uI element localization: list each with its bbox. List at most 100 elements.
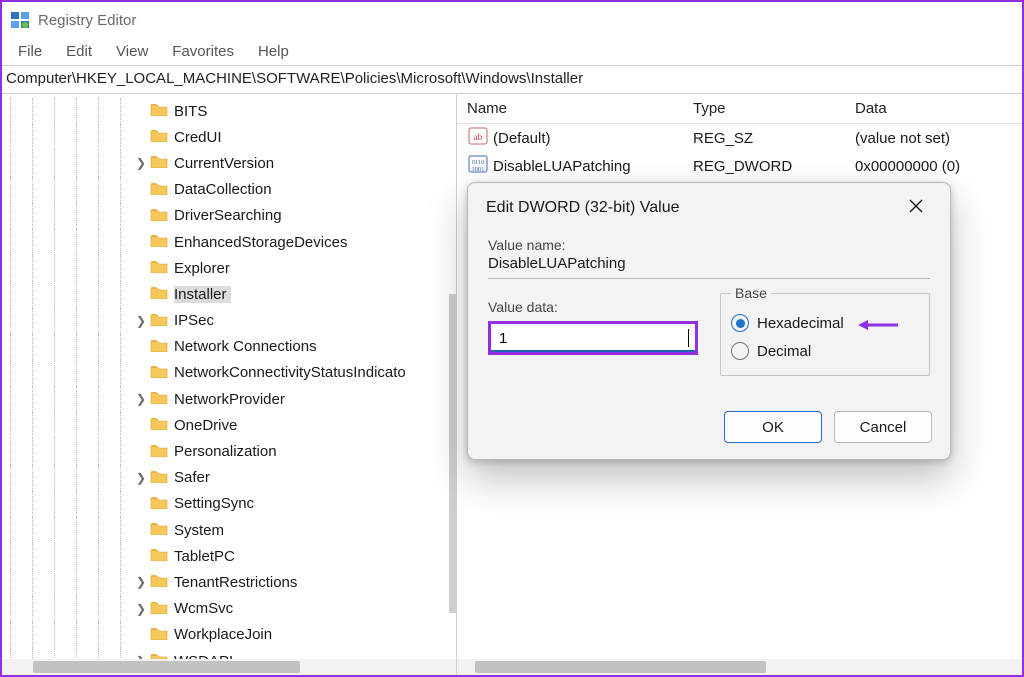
value-data: (value not set) [845,130,1022,147]
tree-item[interactable]: System [2,517,456,543]
close-icon [909,199,923,218]
tree-item[interactable]: ❯ WcmSvc [2,596,456,622]
radio-decimal-label: Decimal [757,343,811,360]
tree-item[interactable]: ❯NetworkProvider [2,386,456,412]
tree-item[interactable]: Network Connections [2,334,456,360]
folder-icon [150,469,174,487]
chevron-right-icon[interactable]: ❯ [134,575,148,589]
tree-item[interactable]: WorkplaceJoin [2,622,456,648]
tree-item-label: TenantRestrictions [174,574,301,591]
folder-icon [150,154,174,172]
tree-item[interactable]: Personalization [2,438,456,464]
value-name: DisableLUAPatching [493,158,631,175]
folder-icon [150,495,174,513]
col-header-type[interactable]: Type [683,100,845,117]
menu-edit[interactable]: Edit [56,41,102,62]
value-data-input[interactable] [497,329,688,348]
list-horizontal-scrollbar[interactable] [457,659,1022,675]
folder-icon [150,285,174,303]
tree-item-label: Personalization [174,443,281,460]
tree-item[interactable]: ❯Safer [2,465,456,491]
tree-item-label: TabletPC [174,548,239,565]
col-header-data[interactable]: Data [845,100,1022,117]
tree-item[interactable]: ❯ TenantRestrictions [2,569,456,595]
list-row[interactable]: 01101001DisableLUAPatchingREG_DWORD0x000… [457,152,1022,180]
tree-pane: BITSCredUI❯CurrentVersionDataCollectionD… [2,94,457,675]
tree-item-label: WcmSvc [174,600,237,617]
folder-icon [150,443,174,461]
tree-item[interactable]: BITS [2,98,456,124]
menu-help[interactable]: Help [248,41,299,62]
folder-icon [150,338,174,356]
value-name-label: Value name: [488,237,930,253]
radio-hexadecimal[interactable]: Hexadecimal [731,309,919,337]
tree-item-label: SettingSync [174,495,258,512]
radio-hexadecimal-label: Hexadecimal [757,315,844,332]
dword-value-icon: 01101001 [467,153,493,179]
tree-item[interactable]: Explorer [2,255,456,281]
list-header[interactable]: Name Type Data [457,94,1022,124]
folder-icon [150,128,174,146]
menu-file[interactable]: File [8,41,52,62]
base-fieldset: Base Hexadecimal [720,285,930,376]
edit-dword-dialog: Edit DWORD (32-bit) Value Value name: Di… [467,182,951,460]
chevron-right-icon[interactable]: ❯ [134,602,148,616]
tree-item-label: EnhancedStorageDevices [174,234,351,251]
menu-view[interactable]: View [106,41,158,62]
tree-item[interactable]: SettingSync [2,491,456,517]
folder-icon [150,600,174,618]
tree-item-label: System [174,522,228,539]
tree-item-label: Explorer [174,260,234,277]
folder-icon [150,626,174,644]
tree-item[interactable]: ❯ WSDAPI [2,648,456,659]
tree-item[interactable]: OneDrive [2,412,456,438]
folder-icon [150,652,174,659]
dialog-close-button[interactable] [896,193,936,223]
text-caret [688,329,689,347]
chevron-right-icon[interactable]: ❯ [134,471,148,485]
radio-decimal[interactable]: Decimal [731,337,919,365]
tree-item[interactable]: EnhancedStorageDevices [2,229,456,255]
tree-item[interactable]: TabletPC [2,543,456,569]
folder-icon [150,573,174,591]
titlebar[interactable]: Registry Editor [2,2,1022,38]
svg-text:ab: ab [474,132,483,142]
tree-item[interactable]: DataCollection [2,177,456,203]
chevron-right-icon[interactable]: ❯ [134,156,148,170]
tree-vertical-scrollbar[interactable] [449,294,456,613]
chevron-right-icon[interactable]: ❯ [134,654,148,659]
address-bar[interactable]: Computer\HKEY_LOCAL_MACHINE\SOFTWARE\Pol… [2,66,1022,94]
cancel-button[interactable]: Cancel [834,411,932,443]
list-row[interactable]: ab (Default) REG_SZ(value not set) [457,124,1022,152]
ok-button[interactable]: OK [724,411,822,443]
tree-item[interactable]: DriverSearching [2,203,456,229]
chevron-right-icon[interactable]: ❯ [134,314,148,328]
menu-favorites[interactable]: Favorites [162,41,244,62]
annotation-arrow-icon [858,318,898,328]
folder-icon [150,390,174,408]
tree-item[interactable]: NetworkConnectivityStatusIndicato [2,360,456,386]
folder-icon [150,364,174,382]
tree-item-label: OneDrive [174,417,241,434]
value-name: (Default) [493,130,551,147]
svg-text:0110: 0110 [472,159,485,166]
svg-text:1001: 1001 [472,166,485,173]
chevron-right-icon[interactable]: ❯ [134,392,148,406]
col-header-name[interactable]: Name [457,100,683,117]
menubar: File Edit View Favorites Help [2,38,1022,66]
tree-item[interactable]: ❯CurrentVersion [2,150,456,176]
tree-viewport[interactable]: BITSCredUI❯CurrentVersionDataCollectionD… [2,94,456,659]
value-name-field: DisableLUAPatching [488,255,930,279]
tree-item-label: WSDAPI [174,653,237,659]
window-title: Registry Editor [38,12,136,29]
radio-dot-icon [731,314,749,332]
tree-item[interactable]: ❯IPSec [2,308,456,334]
value-type: REG_SZ [683,130,845,147]
base-legend: Base [731,285,771,301]
tree-horizontal-scrollbar[interactable] [2,659,456,675]
tree-item[interactable]: CredUI [2,124,456,150]
dialog-title: Edit DWORD (32-bit) Value [486,199,680,217]
regedit-app-icon [10,10,30,30]
registry-editor-window: Registry Editor File Edit View Favorites… [0,0,1024,677]
tree-item[interactable]: Installer [2,281,456,307]
